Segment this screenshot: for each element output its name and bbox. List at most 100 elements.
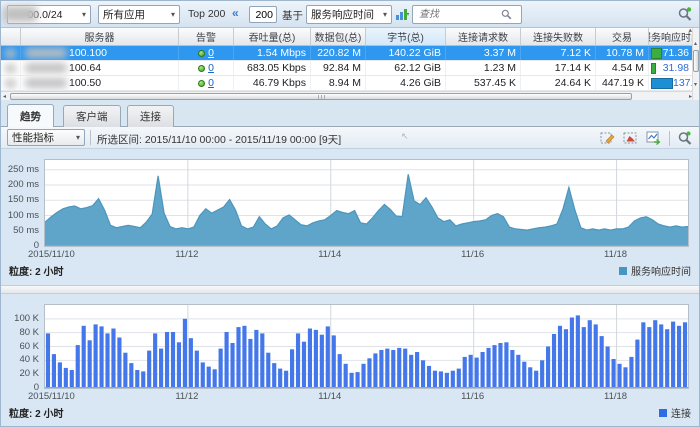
alarm-status-icon <box>198 50 205 57</box>
response-time-bar <box>651 78 673 89</box>
index-column-header[interactable] <box>1 28 21 45</box>
x-axis-tick-label: 11/12 <box>147 249 227 260</box>
response-time-area-chart[interactable] <box>44 159 689 247</box>
metric-select[interactable]: 服务响应时间 ▾ <box>306 5 392 24</box>
server-cell: 100.100 <box>21 46 179 60</box>
metric-type-select[interactable]: 性能指标 ▾ <box>7 129 85 146</box>
sort-icon[interactable] <box>395 7 410 22</box>
x-axis-tick-label: 2015/11/10 <box>28 249 108 260</box>
response-time-cell: 71.36 <box>649 46 694 60</box>
chart-toolbar: 性能指标 ▾ 所选区间: 2015/11/10 00:00 - 2015/11/… <box>1 127 699 149</box>
alarm-status-icon <box>198 65 205 72</box>
legend-swatch <box>659 409 667 417</box>
column-header-packets[interactable]: 数据包(总) <box>311 28 366 45</box>
basis-label: 基于 <box>282 8 303 23</box>
application-select[interactable]: 所有应用 ▾ <box>98 5 180 24</box>
x-axis-tick-label: 11/18 <box>576 249 656 260</box>
scrollbar-thumb[interactable] <box>10 93 632 100</box>
tab-trend[interactable]: 趋势 <box>7 104 54 127</box>
top-count-input[interactable] <box>249 6 277 23</box>
y-axis-tick-label: 250 ms <box>1 164 39 175</box>
server-table: 服务器 告警 吞吐量(总) 数据包(总) 字节(总) 连接请求数 连接失败数 交… <box>1 28 694 91</box>
table-header-row: 服务器 告警 吞吐量(总) 数据包(总) 字节(总) 连接请求数 连接失败数 交… <box>1 28 694 46</box>
table-row[interactable]: 100.64 0 683.05 Kbps 92.84 M 62.12 GiB 1… <box>1 61 694 76</box>
chevron-down-icon: ▾ <box>167 10 175 19</box>
x-axis-tick-label: 11/14 <box>290 391 370 402</box>
column-header-alarm[interactable]: 告警 <box>179 28 234 45</box>
server-cell: 100.64 <box>21 61 179 75</box>
tab-strip: 趋势 客户端 连接 <box>1 100 699 127</box>
search-input[interactable] <box>417 8 501 21</box>
chart-splitter[interactable] <box>1 285 699 294</box>
export-chart-icon[interactable] <box>646 130 662 146</box>
search-icon[interactable] <box>501 9 512 20</box>
y-axis-tick-label: 200 ms <box>1 179 39 190</box>
chart-legend: 服务响应时间 <box>619 263 691 278</box>
x-axis-tick-label: 11/18 <box>576 391 656 402</box>
horizontal-scrollbar[interactable]: ◂ ▸ <box>1 91 694 100</box>
alarm-count-link[interactable]: 0 <box>208 77 214 89</box>
table-row[interactable]: 100.50 0 46.79 Kbps 8.94 M 4.26 GiB 537.… <box>1 76 694 91</box>
response-time-cell: 31.98 <box>649 61 694 75</box>
chevron-down-icon: ▾ <box>78 10 86 19</box>
top-label: Top 200 <box>188 8 225 20</box>
granularity-label: 粒度: 2 小时 <box>9 405 63 420</box>
column-header-bytes[interactable]: 字节(总) <box>366 28 446 45</box>
y-axis-tick-label: 50 ms <box>1 225 39 236</box>
legend-swatch <box>619 267 627 275</box>
selected-range-label: 所选区间: 2015/11/10 00:00 - 2015/11/19 00:0… <box>97 132 341 147</box>
response-time-bar <box>651 48 662 59</box>
alarm-count-link[interactable]: 0 <box>208 62 214 74</box>
column-header-server[interactable]: 服务器 <box>21 28 179 45</box>
alarm-cell: 0 <box>179 46 234 60</box>
scroll-down-icon[interactable]: ▾ <box>694 81 697 90</box>
legend-label: 服务响应时间 <box>631 263 691 278</box>
y-axis-tick-label: 20 K <box>1 368 39 379</box>
scrollbar-thumb[interactable] <box>693 50 699 72</box>
chart-legend: 连接 <box>659 405 691 420</box>
y-axis-tick-label: 100 K <box>1 313 39 324</box>
y-axis-tick-label: 40 K <box>1 354 39 365</box>
scroll-up-icon[interactable]: ▴ <box>694 40 697 49</box>
tab-clients[interactable]: 客户端 <box>63 105 121 127</box>
response-time-bar <box>651 63 656 74</box>
alarm-status-icon <box>198 80 205 87</box>
redacted-network-prefix <box>3 6 37 22</box>
x-axis-tick-label: 2015/11/10 <box>28 391 108 402</box>
tab-connections[interactable]: 连接 <box>127 105 174 127</box>
connections-bar-chart[interactable] <box>44 304 689 389</box>
column-header-transactions[interactable]: 交易 <box>596 28 649 45</box>
column-header-response-time[interactable]: 服务响应时间 ▴ <box>649 28 694 45</box>
locate-search-icon[interactable] <box>677 6 693 22</box>
charts-panel: 粒度: 2 小时 服务响应时间 粒度: 2 小时 连接 250 ms 200 ms… <box>1 149 699 427</box>
column-header-throughput[interactable]: 吞吐量(总) <box>234 28 311 45</box>
y-axis-tick-label: 60 K <box>1 341 39 352</box>
chevron-down-icon: ▾ <box>379 10 387 19</box>
server-cell: 100.50 <box>21 76 179 90</box>
table-row[interactable]: 100.100 0 1.54 Mbps 220.82 M 140.22 GiB … <box>1 46 694 61</box>
y-axis-tick-label: 80 K <box>1 327 39 338</box>
x-axis-tick-label: 11/12 <box>147 391 227 402</box>
response-time-cell: 137.76 <box>649 76 694 90</box>
region-selection-icon[interactable] <box>623 130 639 146</box>
top-toolbar: 00.0/24 ▾ 所有应用 ▾ Top 200 « 基于 服务响应时间 ▾ <box>1 1 699 28</box>
x-axis-tick-label: 11/14 <box>290 249 370 260</box>
search-box <box>412 5 522 24</box>
alarm-cell: 0 <box>179 76 234 90</box>
y-axis-tick-label: 100 ms <box>1 210 39 221</box>
column-header-conn-failures[interactable]: 连接失败数 <box>521 28 596 45</box>
alarm-count-link[interactable]: 0 <box>208 47 214 59</box>
column-header-conn-requests[interactable]: 连接请求数 <box>446 28 521 45</box>
legend-label: 连接 <box>671 405 691 420</box>
granularity-label: 粒度: 2 小时 <box>9 263 63 278</box>
y-axis-tick-label: 150 ms <box>1 194 39 205</box>
x-axis-tick-label: 11/16 <box>433 249 513 260</box>
collapse-button[interactable]: « <box>232 6 239 20</box>
alarm-cell: 0 <box>179 61 234 75</box>
netflow-monitor-window: 00.0/24 ▾ 所有应用 ▾ Top 200 « 基于 服务响应时间 ▾ <box>0 0 700 427</box>
vertical-scrollbar[interactable]: ▴ ▾ <box>692 28 699 100</box>
edit-selection-icon[interactable] <box>600 130 616 146</box>
cursor-hint-icon: ↖ <box>401 131 409 142</box>
zoom-selection-icon[interactable] <box>677 130 693 146</box>
x-axis-tick-label: 11/16 <box>433 391 513 402</box>
